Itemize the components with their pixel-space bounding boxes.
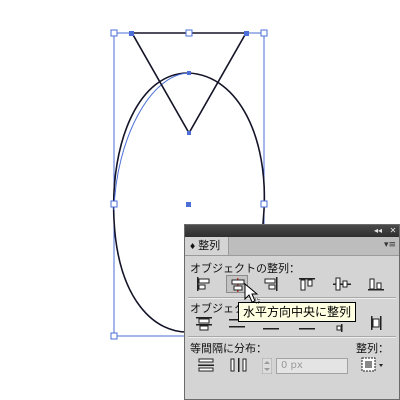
distribute-vertical-space-icon bbox=[198, 358, 214, 372]
close-panel-button[interactable]: ✕ bbox=[387, 225, 399, 237]
selected-path-inner bbox=[113, 72, 190, 211]
align-bottom-button[interactable] bbox=[365, 275, 387, 293]
handle-top-left[interactable] bbox=[110, 29, 118, 37]
distribute-vertical-space-button[interactable] bbox=[195, 356, 217, 374]
tab-align-label: 整列 bbox=[198, 239, 221, 252]
distribute-top-icon bbox=[196, 317, 212, 331]
align-top-button[interactable] bbox=[296, 275, 318, 293]
collapse-panel-button[interactable]: ◂◂ bbox=[371, 225, 385, 237]
distribute-spacing-label: 等間隔に分布： bbox=[190, 342, 267, 355]
mouse-cursor-icon bbox=[244, 283, 260, 304]
align-right-button[interactable] bbox=[260, 275, 282, 293]
anchor-point bbox=[244, 31, 249, 36]
tab-align[interactable]: ♦ 整列 bbox=[185, 237, 230, 255]
distribute-right-icon bbox=[371, 316, 382, 330]
panel-tab-row: ♦ 整列 ▾≡ bbox=[185, 237, 399, 256]
align-to-selection-icon bbox=[361, 357, 383, 372]
align-left-icon bbox=[197, 277, 210, 291]
align-vertical-center-icon bbox=[333, 277, 351, 291]
align-left-button[interactable] bbox=[193, 275, 215, 293]
tooltip: 水平方向中央に整列 bbox=[238, 302, 357, 322]
align-bottom-icon bbox=[368, 278, 384, 291]
handle-top-right[interactable] bbox=[260, 29, 268, 37]
align-right-icon bbox=[264, 277, 278, 291]
tab-expand-icon[interactable]: ♦ bbox=[189, 242, 196, 251]
handle-top-center[interactable] bbox=[185, 29, 193, 37]
handle-bottom-left[interactable] bbox=[110, 332, 118, 340]
section-divider bbox=[188, 297, 396, 299]
panel-menu-button[interactable]: ▾≡ bbox=[384, 240, 396, 250]
spacing-stepper[interactable] bbox=[262, 358, 272, 374]
distribute-top-button[interactable] bbox=[193, 314, 215, 332]
anchor-point bbox=[187, 71, 191, 75]
center-point bbox=[186, 202, 191, 207]
section-divider bbox=[188, 336, 396, 338]
align-to-dropdown[interactable] bbox=[360, 356, 386, 374]
align-to-label: 整列： bbox=[356, 342, 389, 355]
align-vertical-center-button[interactable] bbox=[331, 275, 353, 293]
distribute-horizontal-space-button[interactable] bbox=[228, 356, 250, 374]
spacing-value-field[interactable]: 0 px bbox=[276, 358, 348, 374]
distribute-right-button[interactable] bbox=[365, 314, 387, 332]
handle-middle-right[interactable] bbox=[260, 200, 268, 208]
panel-title-bar[interactable]: ◂◂ ✕ bbox=[185, 225, 399, 237]
selected-triangle bbox=[130, 32, 248, 135]
align-objects-label: オブジェクトの整列： bbox=[190, 262, 300, 275]
anchor-point bbox=[129, 31, 134, 36]
align-top-icon bbox=[299, 278, 315, 291]
anchor-point bbox=[187, 131, 191, 135]
distribute-horizontal-space-icon bbox=[230, 358, 247, 372]
handle-middle-left[interactable] bbox=[110, 200, 118, 208]
